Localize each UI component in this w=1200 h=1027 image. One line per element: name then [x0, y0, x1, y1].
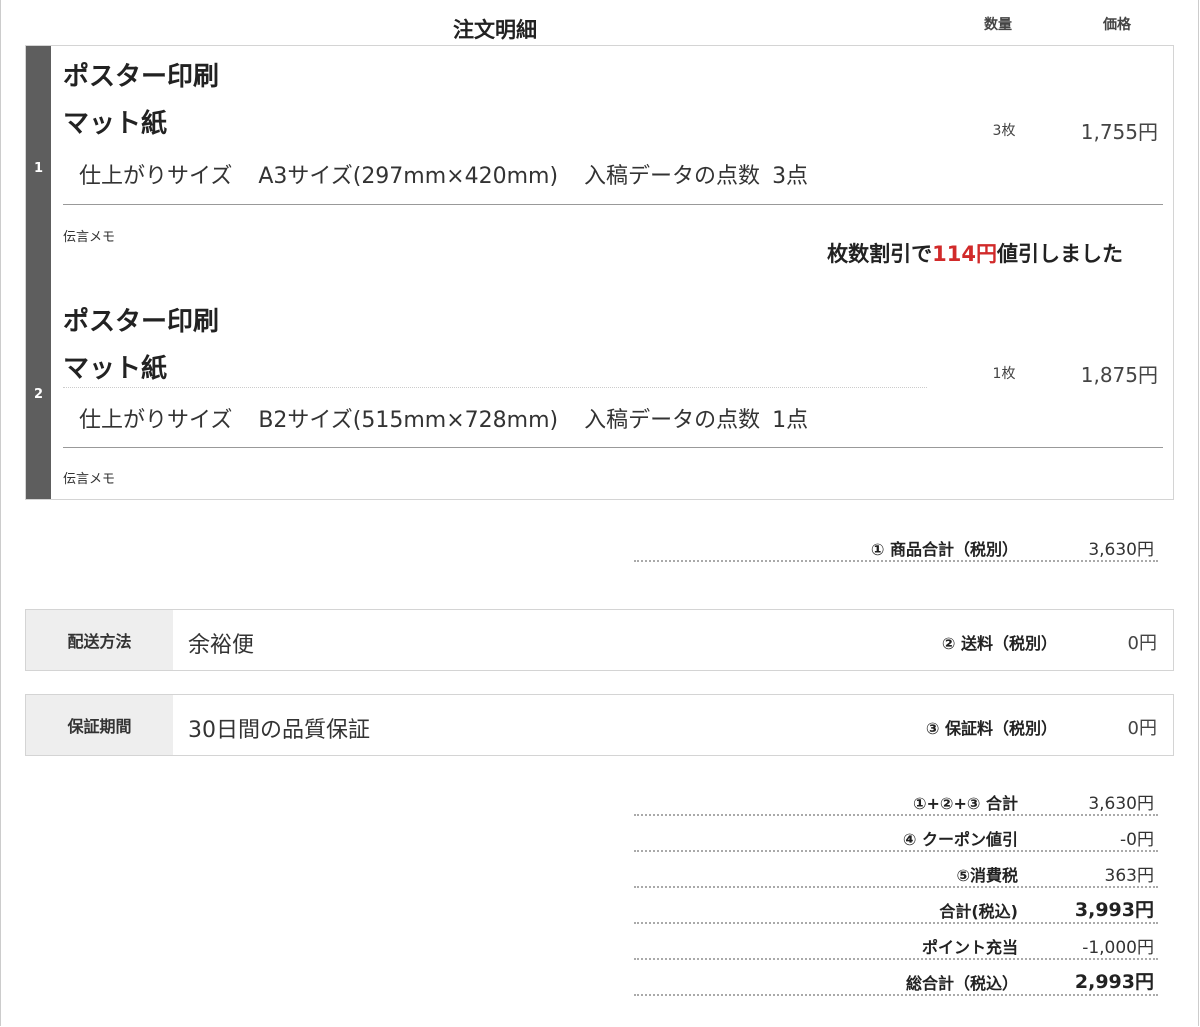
grand-total-row: 総合計（税込） 2,993円	[634, 966, 1158, 996]
item-specs: 仕上がりサイズ B2サイズ(515mm×728mm) 入稿データの点数 1点	[79, 402, 808, 434]
item-quantity: 3枚	[992, 123, 1016, 139]
grand-total-value: 2,993円	[1074, 971, 1154, 993]
order-item: 1 ポスター印刷 マット紙 仕上がりサイズ A3サイズ(297mm×420mm) 入…	[26, 46, 1173, 290]
dotted-divider	[63, 387, 927, 388]
coupon-discount-value: -0円	[1120, 830, 1154, 850]
points-applied-value: -1,000円	[1082, 938, 1154, 958]
consumption-tax-label: ⑤消費税	[956, 866, 1018, 885]
data-count-value: 3点	[772, 164, 809, 189]
item-specs: 仕上がりサイズ A3サイズ(297mm×420mm) 入稿データの点数 3点	[79, 158, 808, 190]
subtotal-label: ① 商品合計（税別）	[870, 540, 1018, 559]
size-value: A3サイズ(297mm×420mm)	[258, 164, 559, 189]
divider	[63, 447, 1163, 448]
points-applied-row: ポイント充当 -1,000円	[634, 930, 1158, 960]
memo-label: 伝言メモ	[63, 472, 116, 487]
discount-prefix: 枚数割引で	[827, 242, 933, 266]
consumption-tax-value: 363円	[1104, 866, 1154, 886]
warranty-period-value: 30日間の品質保証	[188, 718, 370, 743]
memo-label: 伝言メモ	[63, 230, 116, 245]
item-paper-type: マット紙	[63, 109, 168, 139]
order-item: 2 ポスター印刷 マット紙 仕上がりサイズ B2サイズ(515mm×728mm) 入…	[26, 290, 1173, 499]
total-tax-included-label: 合計(税込)	[939, 902, 1018, 921]
quantity-column-header: 数量	[984, 17, 1012, 33]
size-label: 仕上がりサイズ	[79, 408, 233, 433]
page-title: 注文明細	[453, 18, 537, 42]
total-tax-included-value: 3,993円	[1074, 899, 1154, 921]
item-index: 1	[26, 46, 51, 290]
item-price: 1,875円	[1080, 363, 1158, 387]
shipping-fee-value: 0円	[1127, 633, 1157, 654]
points-applied-label: ポイント充当	[921, 938, 1018, 957]
discount-amount: 114円	[932, 242, 997, 266]
size-value: B2サイズ(515mm×728mm)	[258, 408, 559, 433]
discount-suffix: 値引しました	[997, 242, 1123, 266]
warranty-fee-value: 0円	[1127, 718, 1157, 739]
data-count-label: 入稿データの点数	[584, 164, 761, 189]
discount-notice: 枚数割引で114円値引しました	[827, 238, 1123, 268]
item-product-name: ポスター印刷	[63, 62, 220, 92]
sum-row: ①+②+③ 合計 3,630円	[634, 786, 1158, 816]
item-quantity: 1枚	[992, 366, 1016, 382]
consumption-tax-row: ⑤消費税 363円	[634, 858, 1158, 888]
item-product-name: ポスター印刷	[63, 307, 220, 337]
divider	[63, 204, 1163, 205]
subtotal-row: ① 商品合計（税別） 3,630円	[634, 532, 1158, 562]
size-label: 仕上がりサイズ	[79, 164, 233, 189]
shipping-method-value: 余裕便	[188, 633, 255, 658]
sum-value: 3,630円	[1088, 794, 1154, 814]
item-price: 1,755円	[1080, 120, 1158, 144]
sum-label: ①+②+③ 合計	[912, 794, 1018, 813]
shipping-method-row: 配送方法 余裕便 ② 送料（税別） 0円	[25, 609, 1174, 671]
total-tax-included-row: 合計(税込) 3,993円	[634, 894, 1158, 924]
warranty-fee-label: ③ 保証料（税別）	[925, 719, 1057, 738]
coupon-discount-label: ④ クーポン値引	[902, 830, 1018, 849]
warranty-period-row: 保証期間 30日間の品質保証 ③ 保証料（税別） 0円	[25, 694, 1174, 756]
shipping-method-key: 配送方法	[26, 610, 173, 670]
item-index: 2	[26, 290, 51, 499]
data-count-label: 入稿データの点数	[584, 408, 761, 433]
order-items: 1 ポスター印刷 マット紙 仕上がりサイズ A3サイズ(297mm×420mm) 入…	[25, 45, 1174, 500]
grand-total-label: 総合計（税込）	[905, 974, 1018, 993]
subtotal-value: 3,630円	[1088, 540, 1154, 560]
item-paper-type: マット紙	[63, 354, 168, 384]
coupon-discount-row: ④ クーポン値引 -0円	[634, 822, 1158, 852]
shipping-fee-label: ② 送料（税別）	[941, 634, 1057, 653]
warranty-period-key: 保証期間	[26, 695, 173, 755]
price-column-header: 価格	[1103, 17, 1131, 33]
data-count-value: 1点	[772, 408, 809, 433]
